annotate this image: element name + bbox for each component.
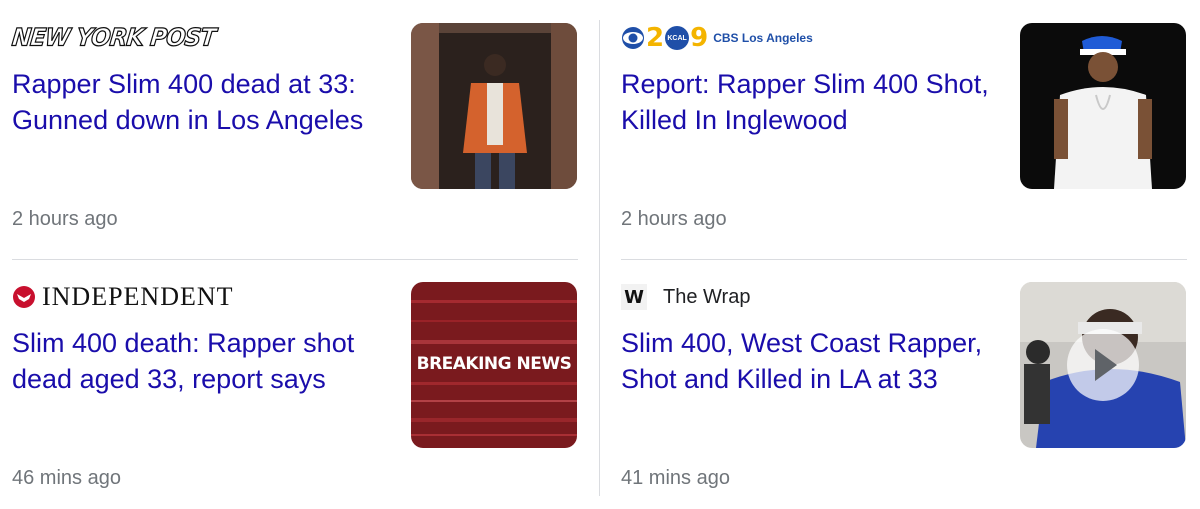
headline-link[interactable]: Rapper Slim 400 dead at 33: Gunned down … [12, 66, 397, 138]
kcal-badge-icon: KCAL [665, 26, 690, 50]
source-logo-independent: INDEPENDENT [12, 279, 234, 315]
breaking-news-label: BREAKING NEWS [416, 354, 572, 374]
source-logo-thewrap: W The Wrap [621, 279, 750, 315]
column-divider [599, 20, 600, 496]
source-name: CBS Los Angeles [713, 31, 813, 45]
news-card-independent[interactable]: INDEPENDENT Slim 400 death: Rapper shot … [12, 279, 578, 509]
cbs-channel-9: 9 [690, 23, 709, 53]
source-name: The Wrap [663, 285, 751, 308]
cbs-eye-icon [622, 27, 644, 49]
source-logo-nypost: NEW YORK POST [10, 20, 217, 56]
article-thumbnail[interactable] [411, 23, 577, 189]
source-name: INDEPENDENT [42, 282, 234, 311]
article-thumbnail[interactable]: BREAKING NEWS [411, 282, 577, 448]
timestamp: 2 hours ago [621, 208, 727, 230]
news-card-cbsla[interactable]: 2 KCAL 9 CBS Los Angeles Report: Rapper … [621, 20, 1187, 250]
divider [621, 259, 1187, 260]
headline-link[interactable]: Slim 400, West Coast Rapper, Shot and Ki… [621, 325, 1006, 397]
news-card-nypost[interactable]: NEW YORK POST Rapper Slim 400 dead at 33… [10, 20, 578, 250]
headline-link[interactable]: Report: Rapper Slim 400 Shot, Killed In … [621, 66, 1006, 138]
cbs-channel-2: 2 [646, 23, 665, 53]
headline-link[interactable]: Slim 400 death: Rapper shot dead aged 33… [12, 325, 397, 397]
source-logo-cbsla: 2 KCAL 9 CBS Los Angeles [621, 20, 813, 56]
thewrap-w-icon: W [621, 284, 647, 310]
news-card-thewrap[interactable]: W The Wrap Slim 400, West Coast Rapper, … [621, 279, 1187, 509]
independent-eagle-icon [13, 286, 35, 308]
play-icon[interactable] [1067, 329, 1139, 401]
article-thumbnail[interactable] [1020, 23, 1186, 189]
timestamp: 46 mins ago [12, 467, 121, 489]
nypost-logo-text: NEW YORK POST [10, 24, 217, 53]
timestamp: 2 hours ago [12, 208, 118, 230]
video-thumbnail[interactable] [1020, 282, 1186, 448]
divider [12, 259, 578, 260]
timestamp: 41 mins ago [621, 467, 730, 489]
